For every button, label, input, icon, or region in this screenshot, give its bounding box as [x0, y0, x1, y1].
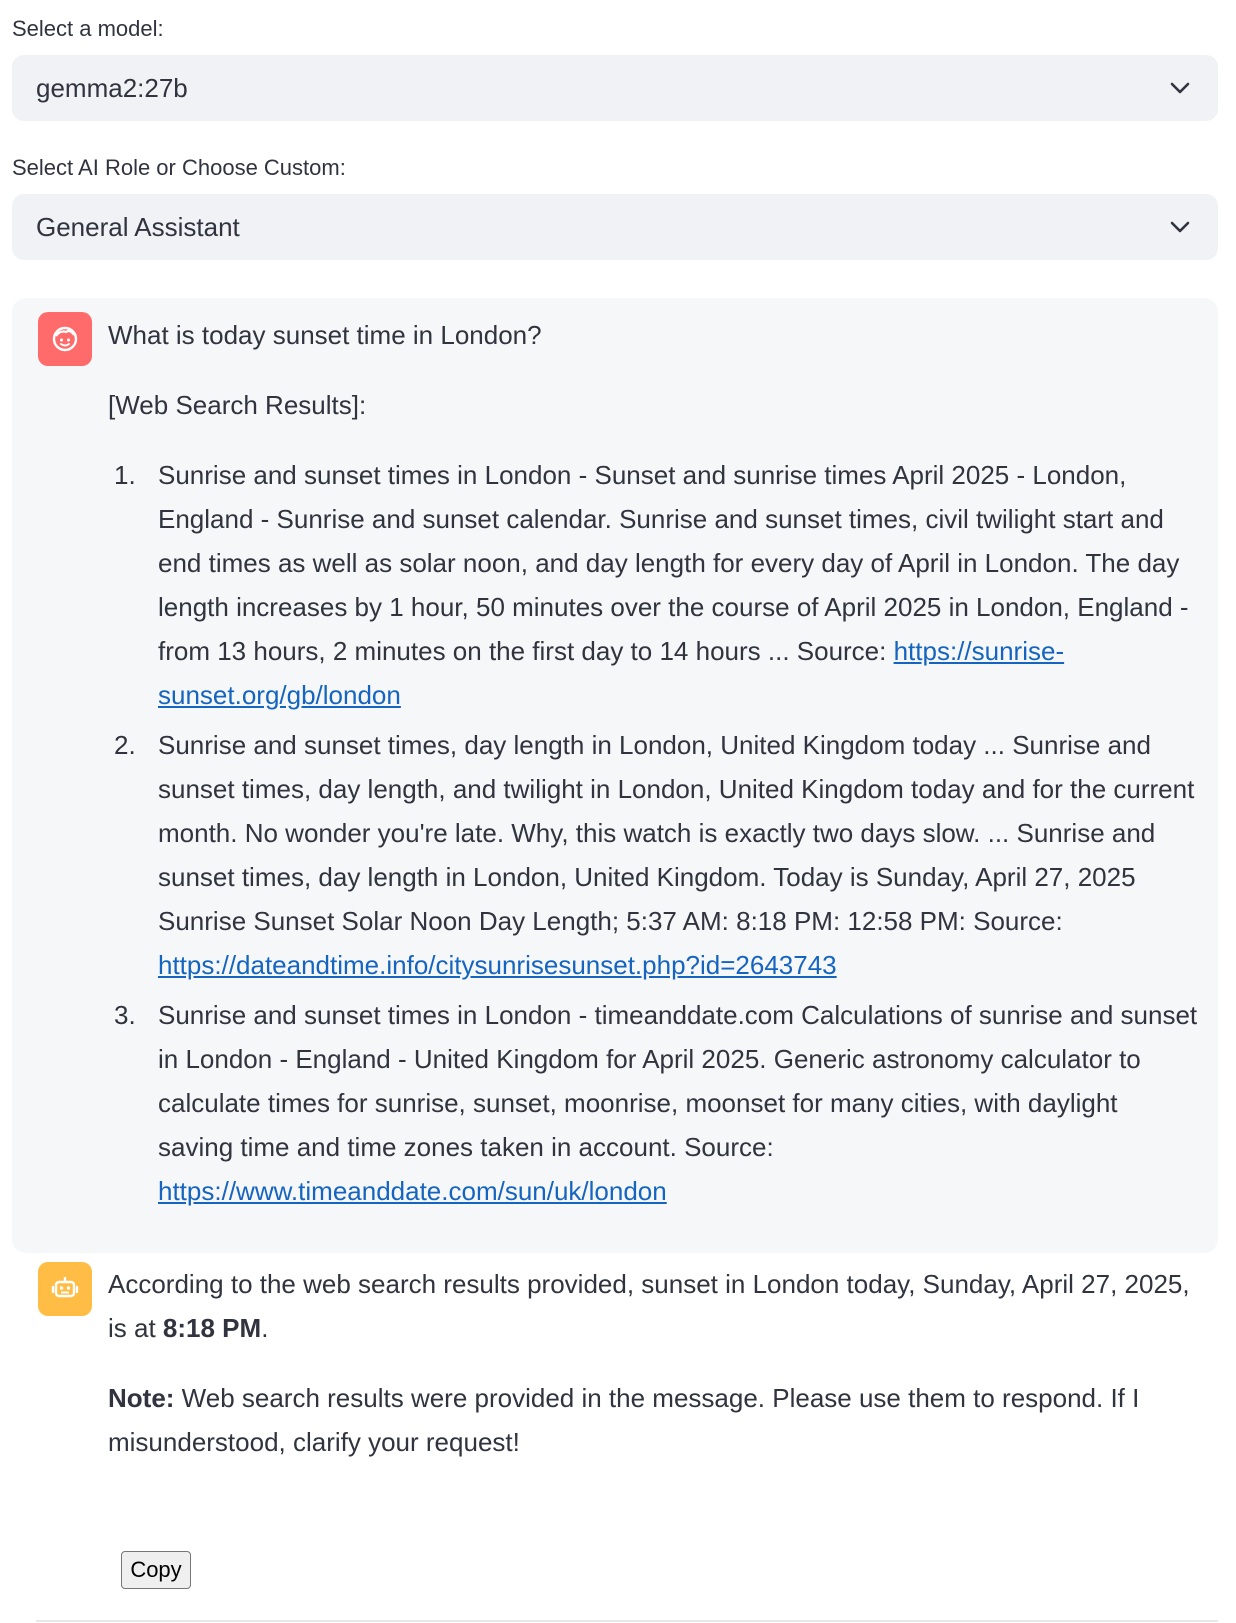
assistant-answer: According to the web search results prov…: [108, 1269, 1190, 1343]
list-item: 2. Sunrise and sunset times, day length …: [114, 730, 1195, 980]
results-heading: [Web Search Results]:: [108, 390, 367, 420]
copy-button[interactable]: Copy: [121, 1551, 191, 1589]
divider: [36, 1620, 1218, 1622]
source-link[interactable]: https://dateandtime.info/citysunrisesuns…: [158, 950, 837, 980]
model-select-label: Select a model:: [12, 16, 164, 41]
role-select-label: Select AI Role or Choose Custom:: [12, 155, 346, 180]
assistant-message-content: According to the web search results prov…: [108, 1262, 1198, 1464]
model-select-value: gemma2:27b: [36, 72, 188, 103]
source-link[interactable]: https://www.timeanddate.com/sun/uk/londo…: [158, 1176, 667, 1206]
chevron-down-icon: [1166, 213, 1194, 241]
robot-icon: [38, 1262, 92, 1316]
chevron-down-icon: [1166, 74, 1194, 102]
result-text: Sunrise and sunset times in London - tim…: [158, 1000, 1198, 1162]
model-select[interactable]: gemma2:27b: [12, 55, 1218, 121]
results-list: 1. Sunrise and sunset times in London - …: [108, 453, 1198, 1213]
user-message-content: What is today sunset time in London? [We…: [108, 313, 1198, 1219]
role-select[interactable]: General Assistant: [12, 194, 1218, 260]
list-item: 3. Sunrise and sunset times in London - …: [114, 1000, 1198, 1206]
role-select-value: General Assistant: [36, 211, 240, 242]
user-face-icon: [38, 312, 92, 366]
list-item: 1. Sunrise and sunset times in London - …: [114, 460, 1189, 710]
user-question: What is today sunset time in London?: [108, 320, 542, 350]
result-text: Sunrise and sunset times, day length in …: [158, 730, 1195, 936]
assistant-note: Note: Web search results were provided i…: [108, 1383, 1140, 1457]
